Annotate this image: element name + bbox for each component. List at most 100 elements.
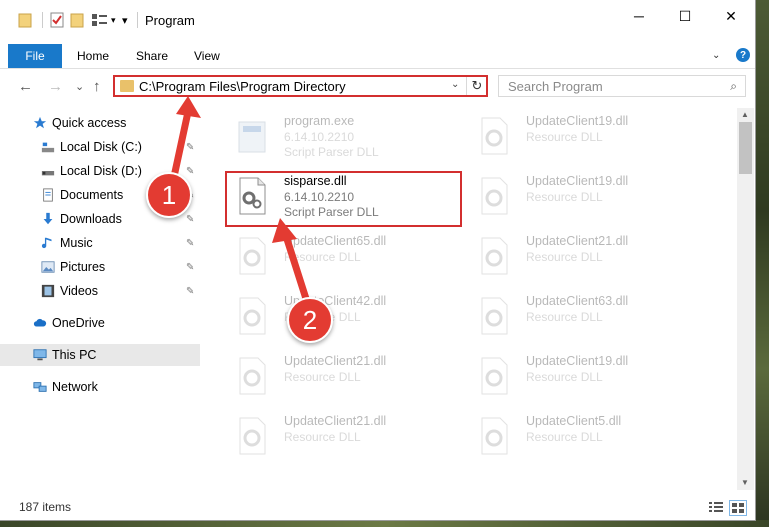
details-view-icon[interactable]: [708, 500, 724, 514]
qa-dropdown-icon[interactable]: ▾: [111, 12, 116, 28]
star-icon: [33, 116, 47, 129]
dll-icon: [481, 237, 508, 275]
minimize-button[interactable]: ─: [616, 0, 662, 32]
file-tile-updateclient21-c[interactable]: UpdateClient21.dll Resource DLL: [225, 410, 465, 464]
search-icon[interactable]: ⌕: [730, 79, 737, 94]
maximize-button[interactable]: ☐: [662, 0, 708, 32]
file-list: program.exe 6.14.10.2210 Script Parser D…: [215, 108, 735, 490]
customize-icon[interactable]: [91, 12, 109, 28]
sidebar-item-label: OneDrive: [52, 316, 105, 330]
sidebar-item-label: Downloads: [60, 212, 122, 226]
properties-icon[interactable]: [50, 12, 64, 28]
sidebar-item-local-disk-c[interactable]: Local Disk (C:) ✎: [0, 136, 200, 158]
file-tile-updateclient42[interactable]: UpdateClient42.dll Resource DLL: [225, 290, 465, 344]
file-tile-updateclient65[interactable]: UpdateClient65.dll Resource DLL: [225, 230, 465, 284]
documents-icon: [43, 188, 53, 202]
forward-button[interactable]: →: [48, 78, 63, 95]
file-tile-updateclient5[interactable]: UpdateClient5.dll Resource DLL: [467, 410, 707, 464]
tab-home[interactable]: Home: [77, 44, 109, 68]
sidebar-item-label: Videos: [60, 284, 98, 298]
file-tile-updateclient21-b[interactable]: UpdateClient21.dll Resource DLL: [225, 350, 465, 404]
file-description: Script Parser DLL: [284, 145, 379, 159]
drive-icon: [41, 142, 55, 153]
new-folder-icon[interactable]: [70, 12, 84, 28]
address-folder-icon: [120, 80, 134, 92]
file-name: UpdateClient21.dll: [284, 354, 387, 368]
dll-icon: [481, 297, 508, 335]
cloud-icon: [33, 318, 47, 327]
up-button[interactable]: ↑: [93, 78, 101, 95]
pin-icon: ✎: [186, 141, 195, 153]
sidebar-item-label: Pictures: [60, 260, 106, 274]
music-icon: [41, 237, 52, 249]
file-version: Resource DLL: [284, 370, 361, 384]
file-tile-updateclient63[interactable]: UpdateClient63.dll Resource DLL: [467, 290, 707, 344]
sidebar-item-label: Music: [60, 236, 93, 250]
close-button[interactable]: ✕: [708, 0, 754, 32]
network-icon: [33, 382, 47, 392]
dll-icon: [239, 357, 266, 395]
file-name: UpdateClient5.dll: [526, 414, 622, 428]
search-input[interactable]: Search Program: [508, 79, 603, 94]
pin-icon: ✎: [186, 261, 195, 273]
sidebar-item-this-pc[interactable]: This PC: [0, 344, 200, 366]
tab-view[interactable]: View: [194, 44, 220, 68]
sidebar-item-music[interactable]: Music ✎: [0, 232, 200, 254]
status-bar: 187 items: [0, 496, 755, 520]
sidebar-item-label: Quick access: [52, 116, 127, 130]
dll-icon: [239, 417, 266, 455]
back-button[interactable]: ←: [18, 78, 33, 95]
item-count: 187 items: [19, 500, 72, 514]
file-version: Resource DLL: [526, 310, 603, 324]
file-tile-program-exe[interactable]: program.exe 6.14.10.2210 Script Parser D…: [225, 110, 465, 164]
file-tile-updateclient21-a[interactable]: UpdateClient21.dll Resource DLL: [467, 230, 707, 284]
recent-locations-button[interactable]: ⌄: [75, 80, 84, 93]
tiles-view-icon[interactable]: [729, 500, 747, 516]
file-version: Resource DLL: [526, 190, 603, 204]
pictures-icon: [41, 261, 55, 273]
sidebar-item-label: Documents: [60, 188, 124, 202]
scroll-down-icon[interactable]: ▼: [741, 478, 749, 487]
sidebar-item-onedrive[interactable]: OneDrive: [0, 312, 200, 334]
search-box[interactable]: Search Program ⌕: [498, 75, 746, 97]
scroll-up-icon[interactable]: ▲: [741, 110, 749, 119]
address-path[interactable]: C:\Program Files\Program Directory: [139, 79, 346, 94]
videos-icon: [41, 284, 55, 298]
step-badge-2: 2: [287, 297, 333, 343]
file-tile-updateclient19-b[interactable]: UpdateClient19.dll Resource DLL: [467, 170, 707, 224]
dll-icon: [239, 237, 266, 275]
desktop-background: [755, 0, 769, 527]
tab-file[interactable]: File: [8, 44, 62, 68]
pin-icon: ✎: [186, 285, 195, 297]
title-bar: ▾ ▾ Program ─ ☐ ✕: [0, 0, 755, 40]
dll-icon: [481, 177, 508, 215]
dll-icon: [481, 357, 508, 395]
file-version: Resource DLL: [526, 430, 603, 444]
tab-share[interactable]: Share: [136, 44, 168, 68]
file-version: Resource DLL: [284, 250, 361, 264]
dll-icon: [481, 117, 508, 155]
refresh-button[interactable]: ↻: [466, 77, 487, 95]
navigation-pane: Quick access Local Disk (C:) ✎ Local Dis…: [0, 108, 205, 490]
file-tile-updateclient19-c[interactable]: UpdateClient19.dll Resource DLL: [467, 350, 707, 404]
sidebar-item-label: Network: [52, 380, 98, 394]
file-version: Resource DLL: [526, 250, 603, 264]
explorer-window: ▾ ▾ Program ─ ☐ ✕ File Home Share View ⌄…: [0, 0, 756, 521]
sidebar-item-label: Local Disk (C:): [60, 140, 142, 154]
scroll-thumb[interactable]: [739, 122, 752, 174]
sidebar-item-network[interactable]: Network: [0, 376, 200, 398]
file-name: program.exe: [284, 114, 355, 128]
file-name: UpdateClient63.dll: [526, 294, 629, 308]
sidebar-item-videos[interactable]: Videos ✎: [0, 280, 200, 302]
help-icon[interactable]: ?: [736, 48, 750, 62]
sidebar-item-quick-access[interactable]: Quick access: [0, 112, 200, 134]
address-dropdown-icon[interactable]: ⌄: [451, 79, 459, 90]
sidebar-item-pictures[interactable]: Pictures ✎: [0, 256, 200, 278]
file-name: UpdateClient19.dll: [526, 174, 629, 188]
vertical-scrollbar[interactable]: ▲ ▼: [737, 108, 754, 490]
file-tile-updateclient19-a[interactable]: UpdateClient19.dll Resource DLL: [467, 110, 707, 164]
expand-ribbon-icon[interactable]: ⌄: [712, 50, 720, 61]
computer-icon: [33, 349, 47, 361]
qa-customize-icon[interactable]: ▾: [122, 12, 128, 28]
address-bar[interactable]: C:\Program Files\Program Directory ⌄ ↻: [113, 75, 488, 97]
